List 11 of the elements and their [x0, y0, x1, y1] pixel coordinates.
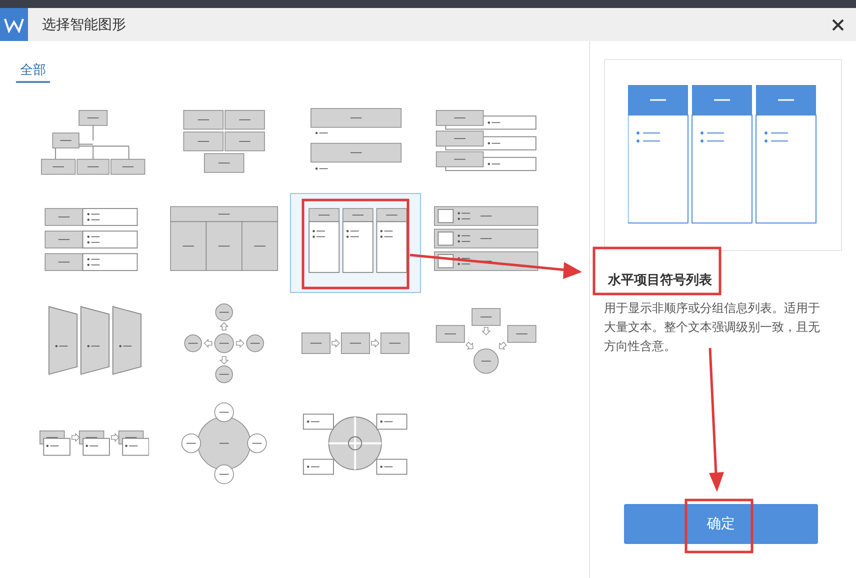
highlight-frame: [684, 498, 754, 554]
picture-process-diagram-icon: [38, 428, 149, 458]
app-logo: [0, 8, 28, 41]
preview-description: 用于显示非顺序或分组信息列表。适用于大量文本。整个文本强调级别一致，且无方向性含意。: [604, 300, 821, 355]
process-diagram-icon: [300, 330, 411, 356]
close-icon: [832, 18, 844, 30]
category-tab[interactable]: 全部: [16, 61, 50, 83]
ok-button[interactable]: 确定: [624, 504, 818, 544]
dialog-title: 选择智能图形: [42, 16, 127, 34]
smartart-option[interactable]: [290, 193, 421, 293]
preview-title: 水平项目符号列表: [608, 272, 713, 289]
